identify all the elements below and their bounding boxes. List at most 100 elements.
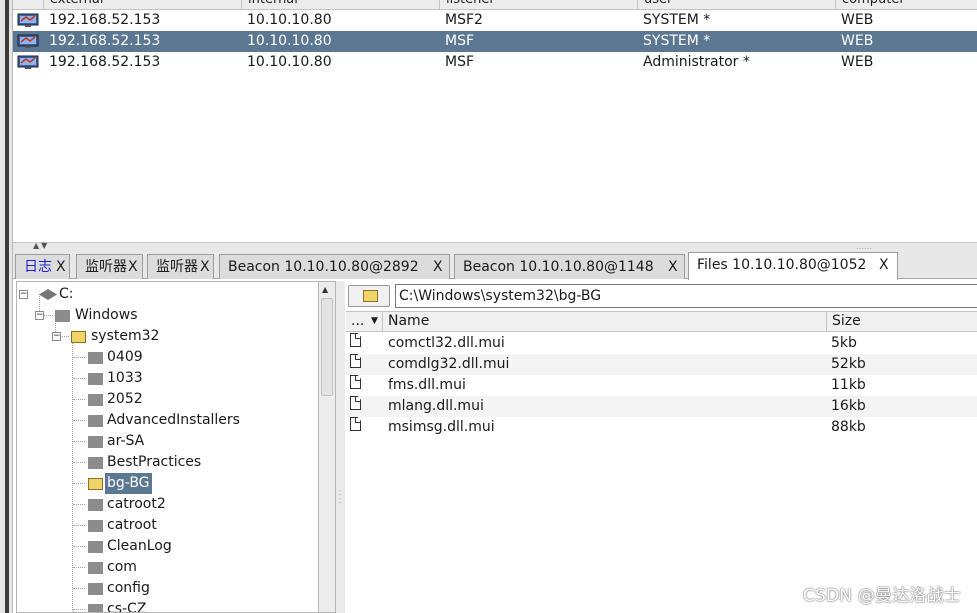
beacon-row[interactable]: 192.168.52.153 10.10.10.80 MSF2 SYSTEM *… (13, 10, 977, 31)
tree-label: bg-BG (105, 473, 152, 494)
col-listener[interactable]: listener (439, 0, 495, 10)
tree-node-folder[interactable]: bg-BG (73, 473, 313, 494)
col-computer[interactable]: computer (835, 0, 905, 10)
tree-node-folder[interactable]: ar-SA (73, 431, 313, 452)
beacon-computer: WEB (841, 54, 874, 70)
folder-open-icon (71, 331, 86, 343)
drive-icon (39, 289, 57, 300)
tab-label: Beacon 10.10.10.80@1148 (463, 259, 654, 275)
col-user[interactable]: user (637, 0, 672, 10)
file-icon (350, 354, 361, 368)
file-size: 52kb (831, 356, 866, 372)
col-name[interactable]: Name (383, 312, 429, 331)
tab-close-button[interactable]: X (56, 255, 66, 279)
tab-listeners-2[interactable]: 监听器 X (147, 254, 214, 279)
parent-folder-button[interactable] (348, 285, 390, 307)
collapse-icon[interactable]: − (52, 332, 61, 341)
tree-scrollbar[interactable]: ▲ (318, 281, 336, 613)
collapse-icon[interactable]: − (35, 311, 44, 320)
file-row[interactable]: msimsg.dll.mui 88kb (346, 417, 977, 438)
tree-node-system32[interactable]: − system32 (52, 326, 312, 347)
tab-beacon-1148[interactable]: Beacon 10.10.10.80@1148 X (454, 254, 685, 279)
tree-label: 0409 (107, 349, 143, 365)
folder-icon (88, 436, 103, 448)
tree-node-folder[interactable]: AdvancedInstallers (73, 410, 313, 431)
beacon-monitor-icon (17, 34, 39, 48)
window-left-border (0, 0, 13, 613)
tree-node-folder[interactable]: catroot2 (73, 494, 313, 515)
beacon-listener: MSF2 (445, 12, 483, 28)
folder-icon (88, 541, 103, 553)
tree-node-windows[interactable]: − Windows (35, 305, 315, 326)
tree-node-folder[interactable]: cs-CZ (73, 599, 313, 612)
file-name: fms.dll.mui (388, 377, 466, 393)
beacon-internal: 10.10.10.80 (247, 54, 332, 70)
splitter-arrows-icon[interactable]: ▲▼ (33, 241, 49, 250)
tree-node-folder[interactable]: catroot (73, 515, 313, 536)
file-row[interactable]: comdlg32.dll.mui 52kb (346, 354, 977, 375)
tab-files-1052[interactable]: Files 10.10.10.80@1052 X (688, 252, 898, 280)
tree-node-folder[interactable]: config (73, 578, 313, 599)
col-size[interactable]: Size (827, 312, 861, 331)
scroll-thumb[interactable] (321, 298, 333, 396)
file-row[interactable]: comctl32.dll.mui 5kb (346, 333, 977, 354)
tree-label: catroot (107, 517, 157, 533)
tree-node-folder[interactable]: 2052 (73, 389, 313, 410)
beacon-computer: WEB (841, 12, 874, 28)
tab-close-button[interactable]: X (879, 253, 889, 278)
scroll-up-arrow-icon[interactable]: ▲ (322, 285, 328, 294)
beacon-external: 192.168.52.153 (49, 33, 161, 49)
collapse-icon[interactable]: − (19, 290, 28, 299)
path-input[interactable] (395, 284, 977, 308)
folder-icon (88, 394, 103, 406)
folder-icon (88, 499, 103, 511)
file-size: 5kb (831, 335, 857, 351)
col-internal[interactable]: internal (241, 0, 298, 10)
tree-node-folder[interactable]: 0409 (73, 347, 313, 368)
tree-node-drive[interactable]: − C: (19, 284, 319, 305)
tab-label: Beacon 10.10.10.80@2892 (228, 259, 419, 275)
tree-node-folder[interactable]: BestPractices (73, 452, 313, 473)
beacon-row[interactable]: 192.168.52.153 10.10.10.80 MSF SYSTEM * … (13, 31, 977, 52)
folder-icon (88, 352, 103, 364)
beacon-internal: 10.10.10.80 (247, 12, 332, 28)
beacon-monitor-icon (17, 13, 39, 27)
beacon-table-header: external internal listener user computer (13, 0, 977, 10)
tree-label: ar-SA (107, 433, 145, 449)
tree-label: 1033 (107, 370, 143, 386)
tree-label: C: (59, 286, 74, 302)
tree-node-folder[interactable]: 1033 (73, 368, 313, 389)
pane-splitter[interactable]: ▲▼ ⋯⋯ (13, 241, 977, 253)
tree-node-folder[interactable]: com (73, 557, 313, 578)
file-row[interactable]: mlang.dll.mui 16kb (346, 396, 977, 417)
file-size: 88kb (831, 419, 866, 435)
col-menu[interactable]: ... (346, 312, 364, 331)
tree-label: catroot2 (107, 496, 166, 512)
tab-close-button[interactable]: X (200, 255, 210, 279)
col-external[interactable]: external (43, 0, 104, 10)
tab-close-button[interactable]: X (433, 255, 443, 279)
tab-listeners[interactable]: 监听器 X (76, 254, 143, 279)
beacon-listener: MSF (445, 54, 475, 70)
tree-label: BestPractices (107, 454, 202, 470)
file-row[interactable]: fms.dll.mui 11kb (346, 375, 977, 396)
tab-label: Files 10.10.10.80@1052 (697, 257, 867, 273)
beacon-row[interactable]: 192.168.52.153 10.10.10.80 MSF Administr… (13, 52, 977, 73)
vertical-splitter[interactable]: · · · · (336, 281, 345, 613)
tab-log[interactable]: 日志 X (15, 254, 70, 279)
folder-icon (55, 310, 70, 322)
tree-label: CleanLog (107, 538, 172, 554)
sort-dropdown-icon[interactable]: ▼ (366, 312, 378, 331)
tab-close-button[interactable]: X (668, 255, 678, 279)
file-size: 11kb (831, 377, 866, 393)
folder-icon (88, 415, 103, 427)
tree-node-folder[interactable]: CleanLog (73, 536, 313, 557)
beacon-internal: 10.10.10.80 (247, 33, 332, 49)
beacon-listener: MSF (445, 33, 475, 49)
tab-close-button[interactable]: X (128, 255, 138, 279)
beacon-user: SYSTEM * (643, 12, 711, 28)
beacon-user: SYSTEM * (643, 33, 711, 49)
beacon-computer: WEB (841, 33, 874, 49)
tab-beacon-2892[interactable]: Beacon 10.10.10.80@2892 X (219, 254, 450, 279)
file-list: ... ▼ Name Size comctl32.dll.mui 5kb comdl… (346, 311, 977, 613)
